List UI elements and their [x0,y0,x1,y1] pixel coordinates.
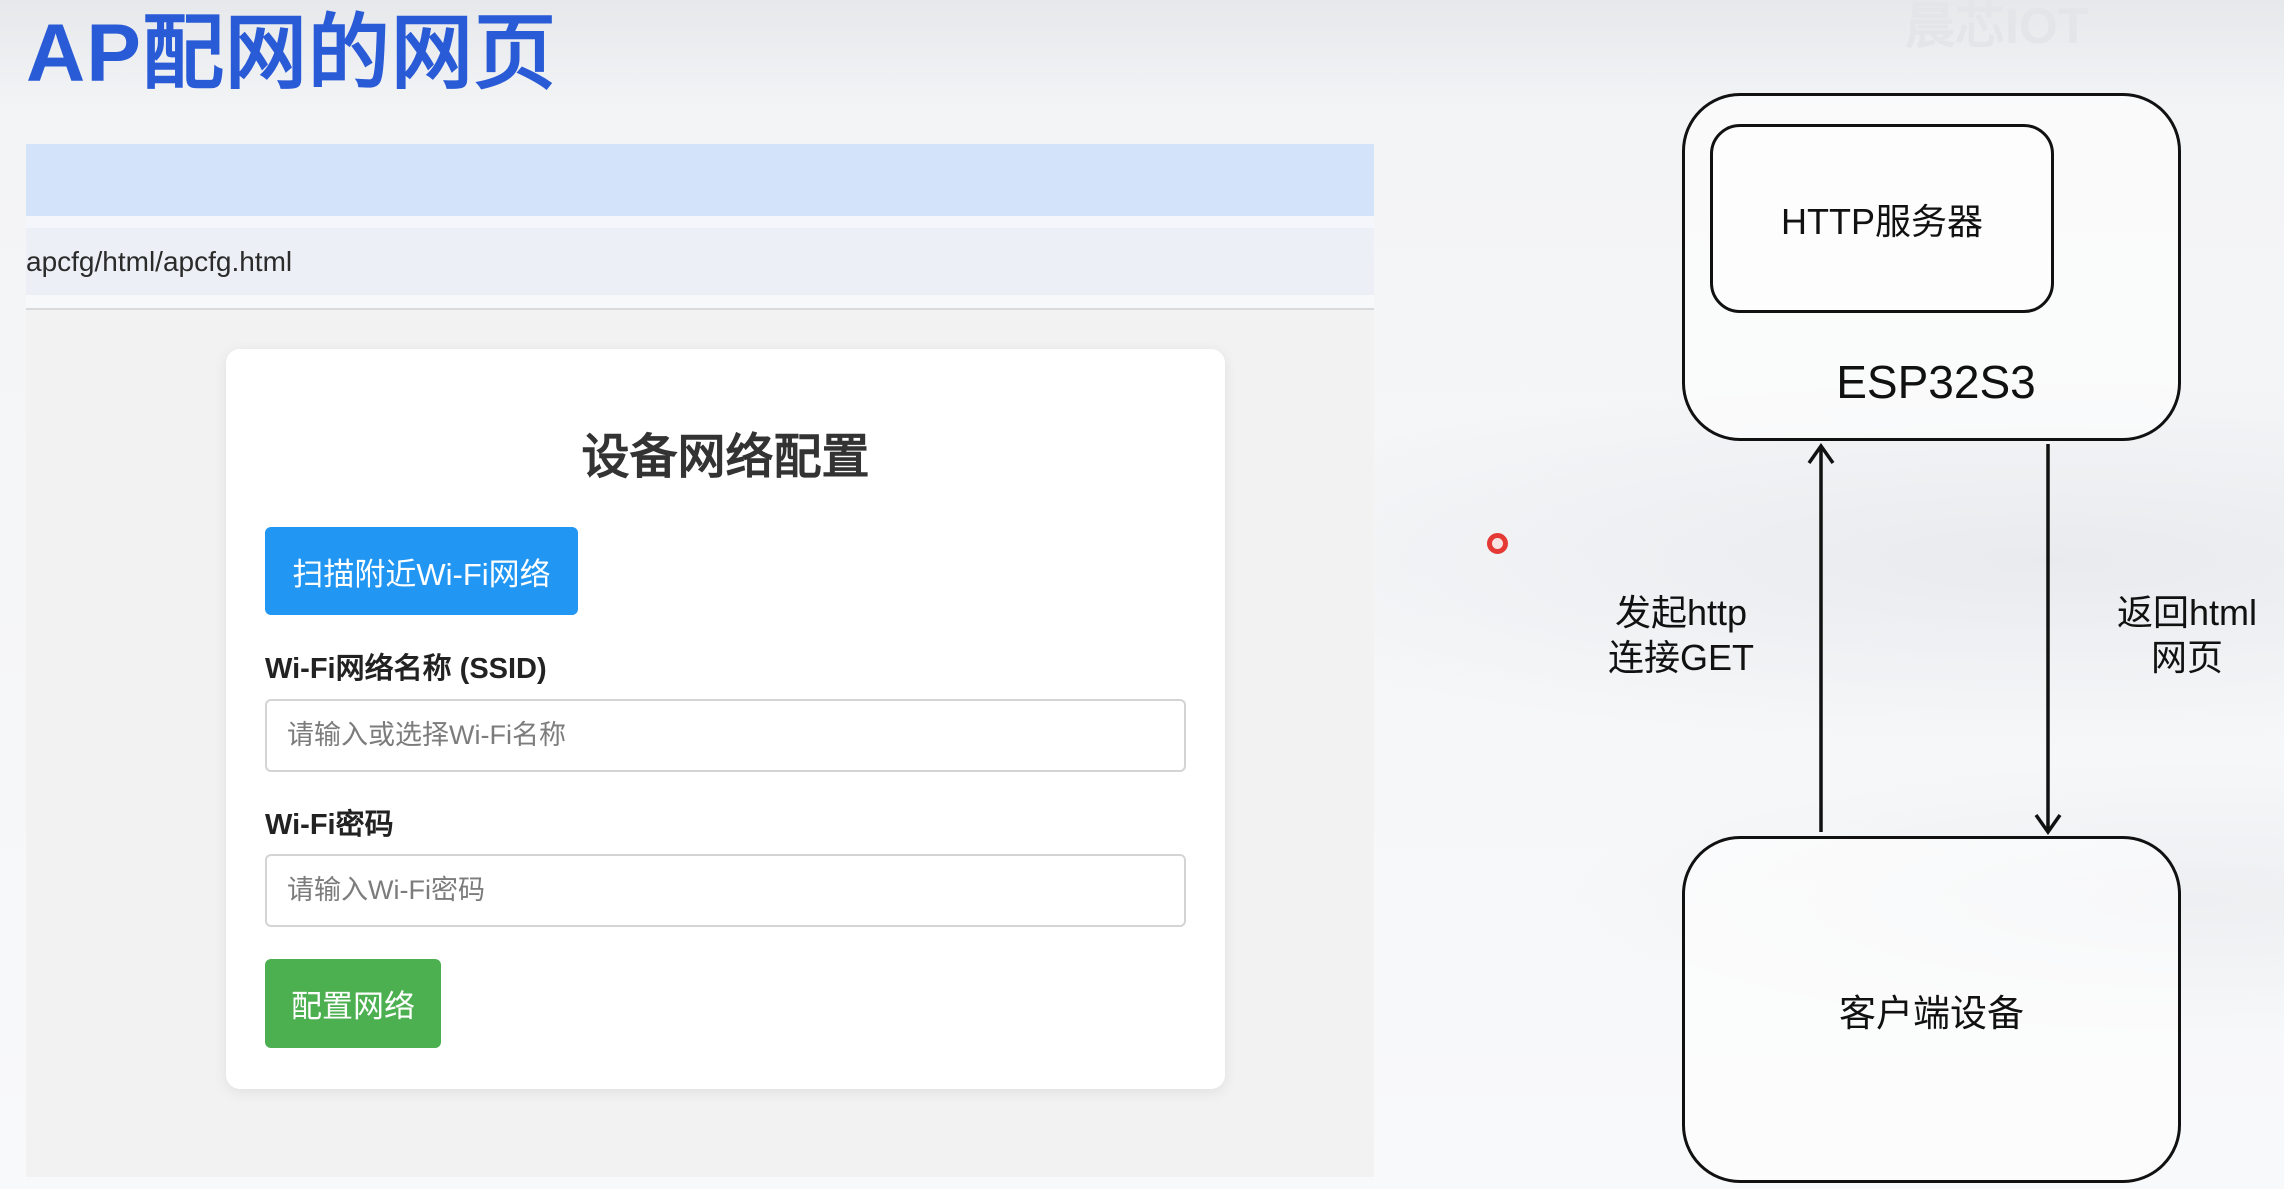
slide-title: AP配网的网页 [26,8,557,99]
request-label-line: 连接GET [1607,637,1754,678]
request-label-line: 发起http [1614,592,1748,633]
response-arrow [2034,444,2062,836]
configure-network-button[interactable]: 配置网络 [265,959,441,1048]
password-label: Wi-Fi密码 [265,809,394,841]
password-input[interactable] [265,854,1186,927]
browser-screenshot: apcfg/html/apcfg.html 设备网络配置 扫描附近Wi-Fi网络… [26,144,1374,1177]
http-server-label: HTTP服务器 [1781,200,1983,242]
client-device-box: 客户端设备 [1682,836,2181,1183]
ssid-label: Wi-Fi网络名称 (SSID) [265,653,547,685]
cursor-indicator [1487,533,1508,554]
browser-tab-bar [26,144,1374,216]
request-label: 发起http 连接GET [1581,590,1781,680]
address-bar[interactable]: apcfg/html/apcfg.html [26,228,1374,295]
card-heading: 设备网络配置 [581,431,870,484]
request-arrow-head [1807,442,1835,465]
response-label-line: 返回html [2116,592,2257,633]
request-arrow [1807,442,1835,832]
http-server-box: HTTP服务器 [1710,124,2054,313]
address-url-text: apcfg/html/apcfg.html [26,246,293,277]
watermark-logo: 晨芯IOT [1905,0,2089,54]
toolbar-spacer [26,295,1374,309]
response-arrow-head [2034,813,2062,836]
response-label: 返回html 网页 [2092,590,2282,680]
toolbar-gap [26,216,1374,228]
scan-wifi-button[interactable]: 扫描附近Wi-Fi网络 [265,527,578,615]
response-label-line: 网页 [2150,637,2223,678]
network-config-card: 设备网络配置 扫描附近Wi-Fi网络 Wi-Fi网络名称 (SSID) Wi-F… [226,349,1225,1089]
client-device-label: 客户端设备 [1839,992,2024,1034]
ssid-input[interactable] [265,699,1186,772]
esp32-label: ESP32S3 [1836,356,2036,408]
